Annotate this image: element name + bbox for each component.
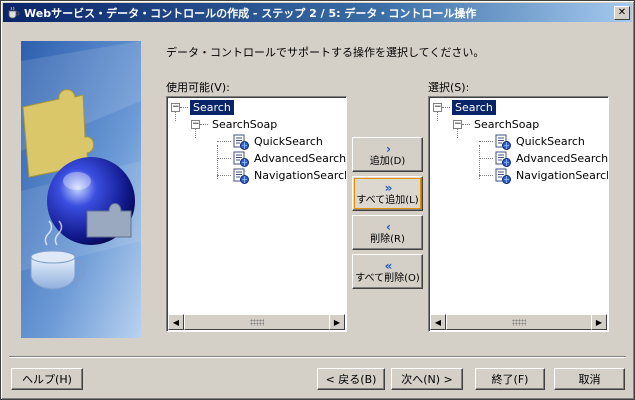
help-button[interactable]: ヘルプ(H) (11, 368, 83, 390)
finish-button-label: 終了(F) (491, 373, 529, 386)
tree-node-label: Search (190, 100, 234, 115)
arrow-left-icon: ◀ (172, 317, 180, 327)
web-method-icon (495, 168, 511, 184)
horizontal-scrollbar[interactable]: ◀ ▶ (168, 314, 345, 330)
collapse-icon[interactable]: − (171, 103, 180, 112)
tree-service-node[interactable]: − SearchSoap (171, 116, 344, 133)
cancel-button-label: 取消 (578, 373, 601, 386)
finish-button[interactable]: 終了(F) (475, 368, 545, 390)
tree-node-label: QuickSearch (516, 135, 585, 148)
tree-operation-node[interactable]: AdvancedSearch (171, 150, 347, 167)
add-all-button-label: すべて追加(L) (356, 194, 419, 206)
chevron-right-icon: › (386, 141, 391, 156)
arrow-right-icon: ▶ (333, 317, 341, 327)
grip-icon (512, 318, 526, 326)
tree-node-label: SearchSoap (212, 118, 278, 131)
available-tree[interactable]: − Search − SearchSoap QuickSearch Advanc… (166, 96, 347, 332)
window-title: Webサービス・データ・コントロールの作成 - ステップ 2 / 5: データ・… (24, 6, 477, 20)
selected-tree[interactable]: − Search − SearchSoap QuickSearch Advanc… (428, 96, 609, 332)
wizard-artwork (21, 41, 141, 338)
next-button-label: 次へ(N) > (401, 373, 453, 386)
chevron-left-icon: ‹ (386, 219, 391, 234)
scroll-right-button[interactable]: ▶ (329, 314, 345, 330)
tree: − Search − SearchSoap QuickSearch Advanc… (433, 99, 609, 184)
selected-label: 選択(S): (428, 81, 470, 94)
tree-operation-node[interactable]: NavigationSearch (171, 167, 347, 184)
tree-node-label: AdvancedSearch (254, 152, 347, 165)
scroll-left-button[interactable]: ◀ (430, 314, 446, 330)
tree-operation-node[interactable]: AdvancedSearch (433, 150, 609, 167)
tree-service-node[interactable]: − SearchSoap (433, 116, 606, 133)
horizontal-scrollbar[interactable]: ◀ ▶ (430, 314, 607, 330)
back-button[interactable]: < 戻る(B) (317, 368, 385, 390)
tree-node-label: NavigationSearch (516, 169, 609, 182)
scroll-left-button[interactable]: ◀ (168, 314, 184, 330)
add-button-label: 追加(D) (369, 155, 406, 167)
scroll-thumb[interactable] (446, 314, 592, 330)
wizard-dialog: Webサービス・データ・コントロールの作成 - ステップ 2 / 5: データ・… (0, 0, 635, 400)
double-chevron-right-icon: » (384, 180, 393, 195)
close-icon: ✕ (617, 6, 627, 18)
instruction-text: データ・コントロールでサポートする操作を選択してください。 (166, 46, 485, 59)
web-method-icon (233, 168, 249, 184)
arrow-right-icon: ▶ (595, 317, 603, 327)
collapse-icon[interactable]: − (453, 120, 462, 129)
remove-button-label: 削除(R) (370, 233, 405, 245)
footer-separator (9, 356, 626, 358)
tree-root-node[interactable]: − Search (171, 99, 344, 116)
collapse-icon[interactable]: − (433, 103, 442, 112)
close-button[interactable]: ✕ (614, 5, 630, 20)
tree-node-label: Search (452, 100, 496, 115)
tree-operation-node[interactable]: QuickSearch (433, 133, 606, 150)
title-bar: Webサービス・データ・コントロールの作成 - ステップ 2 / 5: データ・… (3, 3, 632, 22)
cancel-button[interactable]: 取消 (554, 368, 625, 390)
arrow-left-icon: ◀ (434, 317, 442, 327)
web-method-icon (233, 151, 249, 167)
grip-icon (250, 318, 264, 326)
remove-all-button-label: すべて削除(O) (355, 272, 420, 284)
add-button[interactable]: › 追加(D) (352, 137, 423, 172)
tree-root-node[interactable]: − Search (433, 99, 606, 116)
add-all-button[interactable]: » すべて追加(L) (352, 176, 423, 211)
help-button-label: ヘルプ(H) (22, 373, 72, 386)
remove-all-button[interactable]: « すべて削除(O) (352, 254, 423, 289)
web-method-icon (495, 151, 511, 167)
collapse-icon[interactable]: − (191, 120, 200, 129)
web-method-icon (233, 134, 249, 150)
tree: − Search − SearchSoap QuickSearch Advanc… (171, 99, 347, 184)
next-button[interactable]: 次へ(N) > (391, 368, 463, 390)
back-button-label: < 戻る(B) (325, 373, 377, 386)
available-label: 使用可能(V): (166, 81, 230, 94)
scroll-thumb[interactable] (184, 314, 330, 330)
tree-operation-node[interactable]: NavigationSearch (433, 167, 609, 184)
remove-button[interactable]: ‹ 削除(R) (352, 215, 423, 250)
web-method-icon (495, 134, 511, 150)
tree-node-label: SearchSoap (474, 118, 540, 131)
tree-node-label: AdvancedSearch (516, 152, 609, 165)
tree-node-label: QuickSearch (254, 135, 323, 148)
double-chevron-left-icon: « (384, 258, 393, 273)
tree-operation-node[interactable]: QuickSearch (171, 133, 344, 150)
coffee-cup-icon (6, 6, 20, 20)
tree-node-label: NavigationSearch (254, 169, 347, 182)
scroll-right-button[interactable]: ▶ (591, 314, 607, 330)
